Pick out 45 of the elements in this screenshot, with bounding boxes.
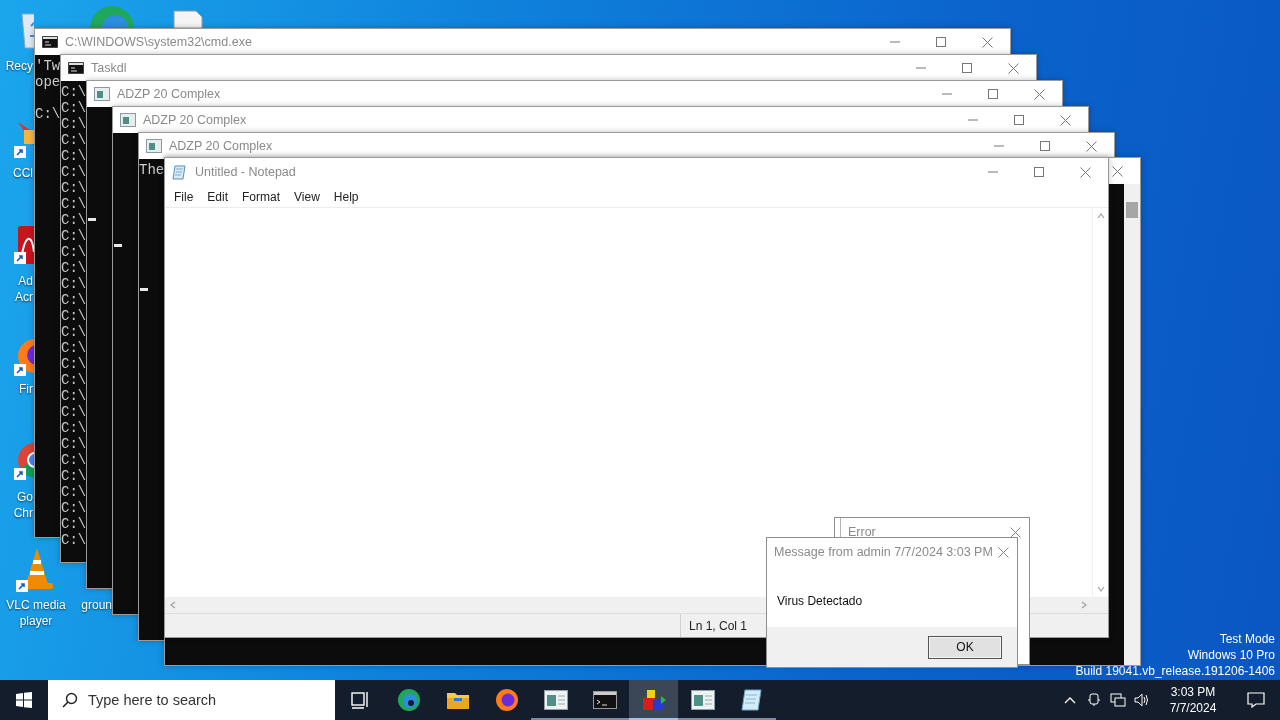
console-line: C:\	[61, 228, 87, 244]
console-line: C:\	[61, 324, 87, 340]
console-line: C:\	[61, 212, 87, 228]
console-line: C:\	[61, 116, 87, 132]
window-title: Taskdl	[91, 61, 127, 75]
console-line: C:\	[61, 164, 87, 180]
window-title: ADZP 20 Complex	[143, 113, 247, 127]
dialog-title: Error	[848, 525, 876, 539]
console-line: C:\	[61, 276, 87, 292]
console-line: C:\	[61, 500, 87, 516]
dialog-title: Message from admin 7/7/2024 3:03 PM	[774, 545, 993, 559]
window-title: Untitled - Notepad	[195, 165, 296, 179]
console-line: C:\	[61, 404, 87, 420]
console-line: C:\	[61, 84, 87, 100]
console-line: C:\	[61, 180, 87, 196]
console-line: C:\	[61, 244, 87, 260]
console-line: C:\	[61, 292, 87, 308]
system-watermark: Test Mode	[1219, 631, 1275, 647]
message-text: Virus Detectado	[777, 593, 863, 608]
console-line: C:\	[61, 356, 87, 372]
console-prompt: C:\	[35, 106, 61, 122]
window-title: ADZP 20 Complex	[117, 87, 221, 101]
console-line: C:\	[61, 532, 87, 548]
console-line: C:\	[61, 132, 87, 148]
console-line: The	[139, 162, 165, 178]
console-line: ope	[35, 74, 61, 90]
console-line: C:\	[61, 452, 87, 468]
console-line: C:\	[61, 148, 87, 164]
window-title: C:\WINDOWS\system32\cmd.exe	[65, 35, 252, 49]
console-line: C:\	[61, 196, 87, 212]
window-title: ADZP 20 Complex	[169, 139, 273, 153]
system-watermark: Build 19041.vb_release.191206-1406	[1075, 663, 1275, 679]
console-line: C:\	[61, 436, 87, 452]
console-line: C:\	[61, 484, 87, 500]
console-line: C:\	[61, 340, 87, 356]
console-line: C:\	[61, 388, 87, 404]
console-line: C:\	[61, 260, 87, 276]
console-line: C:\	[61, 420, 87, 436]
console-line: C:\	[61, 372, 87, 388]
console-line: C:\	[61, 516, 87, 532]
console-line: C:\	[61, 100, 87, 116]
console-line: C:\	[61, 468, 87, 484]
system-watermark: Windows 10 Pro	[1187, 647, 1275, 663]
console-line: 'Tw	[35, 58, 61, 74]
console-line: C:\	[61, 308, 87, 324]
